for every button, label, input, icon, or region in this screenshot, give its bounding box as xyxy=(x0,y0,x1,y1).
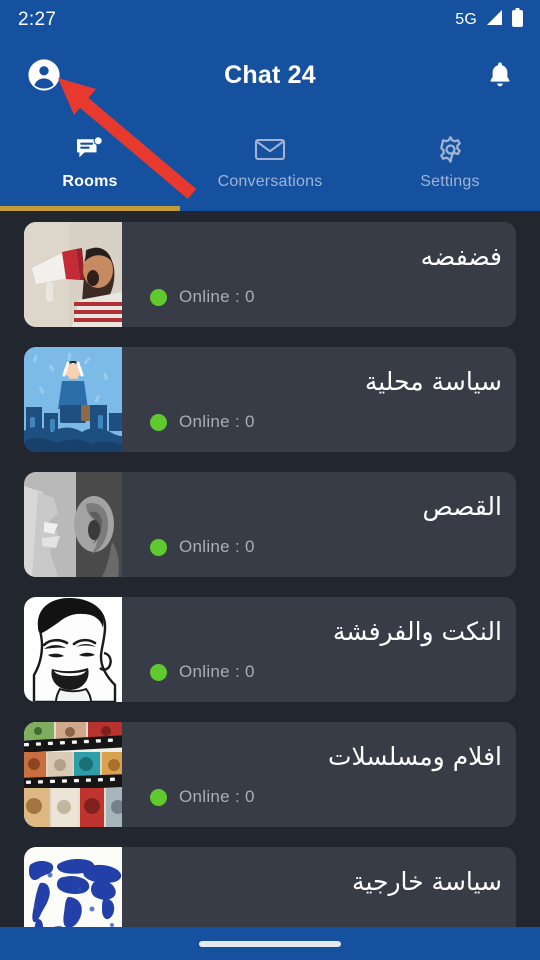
room-body: افلام ومسلسلات Online : 0 xyxy=(122,722,516,827)
room-name: سياسة خارجية xyxy=(352,867,502,896)
megaphone-shout-photo xyxy=(24,222,122,327)
network-type-label: 5G xyxy=(455,11,477,28)
online-status-dot xyxy=(150,538,167,556)
online-count-label: Online : 0 xyxy=(179,537,255,556)
tab-bar: Rooms Conversations Settings xyxy=(0,110,540,211)
room-body: فضفضه Online : 0 xyxy=(122,222,516,327)
room-online-status: Online : 0 xyxy=(150,787,255,807)
chat-room-icon xyxy=(75,134,105,164)
tab-settings[interactable]: Settings xyxy=(360,110,540,211)
room-card[interactable]: سياسة خارجية xyxy=(24,847,516,927)
room-card[interactable]: افلام ومسلسلات Online : 0 xyxy=(24,722,516,827)
room-name: سياسة محلية xyxy=(364,367,502,396)
room-body: القصص Online : 0 xyxy=(122,472,516,577)
tab-rooms[interactable]: Rooms xyxy=(0,110,180,211)
room-body: النكت والفرفشة Online : 0 xyxy=(122,597,516,702)
laughing-meme-face xyxy=(24,597,122,702)
gear-icon xyxy=(436,134,465,164)
gesture-navigation-bar xyxy=(0,927,540,960)
room-name: القصص xyxy=(422,492,502,521)
online-count-label: Online : 0 xyxy=(179,287,255,306)
status-indicators: 5G xyxy=(455,7,524,33)
tab-conversations-label: Conversations xyxy=(217,173,323,190)
online-count-label: Online : 0 xyxy=(179,662,255,681)
protest-crowd-illustration xyxy=(24,347,122,452)
room-name: افلام ومسلسلات xyxy=(327,742,502,771)
online-count-label: Online : 0 xyxy=(179,412,255,431)
online-status-dot xyxy=(150,663,167,681)
whisper-ear-photo xyxy=(24,472,122,577)
room-card[interactable]: النكت والفرفشة Online : 0 xyxy=(24,597,516,702)
account-circle-icon[interactable] xyxy=(26,57,62,93)
app-root: 2:27 5G Chat 24 Rooms Conversations Sett… xyxy=(0,0,540,960)
room-card[interactable]: سياسة محلية Online : 0 xyxy=(24,347,516,452)
room-name: فضفضه xyxy=(420,242,502,271)
status-bar: 2:27 5G xyxy=(0,0,540,40)
envelope-icon xyxy=(254,134,286,164)
page-title: Chat 24 xyxy=(224,60,316,89)
status-clock: 2:27 xyxy=(18,9,57,30)
room-card[interactable]: فضفضه Online : 0 xyxy=(24,222,516,327)
room-list[interactable]: فضفضه Online : 0 سياسة محلية Online: 0 … xyxy=(0,211,540,927)
home-gesture-handle[interactable] xyxy=(199,940,341,947)
online-status-dot xyxy=(150,413,167,431)
film-strip-photo xyxy=(24,722,122,827)
room-body: سياسة محلية Online : 0 xyxy=(122,347,516,452)
room-name: النكت والفرفشة xyxy=(332,617,502,646)
battery-full-icon xyxy=(511,7,524,33)
online-status-dot xyxy=(150,788,167,806)
room-online-status: Online : 0 xyxy=(150,412,255,432)
room-online-status: Online : 0 xyxy=(150,537,255,557)
bell-icon[interactable] xyxy=(482,57,518,93)
tab-rooms-label: Rooms xyxy=(62,173,118,190)
online-count-label: Online : 0 xyxy=(179,787,255,806)
room-online-status: Online : 0 xyxy=(150,287,255,307)
room-online-status: Online : 0 xyxy=(150,662,255,682)
app-bar: Chat 24 xyxy=(0,40,540,110)
room-body: سياسة خارجية xyxy=(122,847,516,927)
signal-bars-icon xyxy=(484,9,504,32)
world-map-photo xyxy=(24,847,122,927)
tab-conversations[interactable]: Conversations xyxy=(180,110,360,211)
room-card[interactable]: القصص Online : 0 xyxy=(24,472,516,577)
tab-settings-label: Settings xyxy=(420,173,480,190)
online-status-dot xyxy=(150,288,167,306)
